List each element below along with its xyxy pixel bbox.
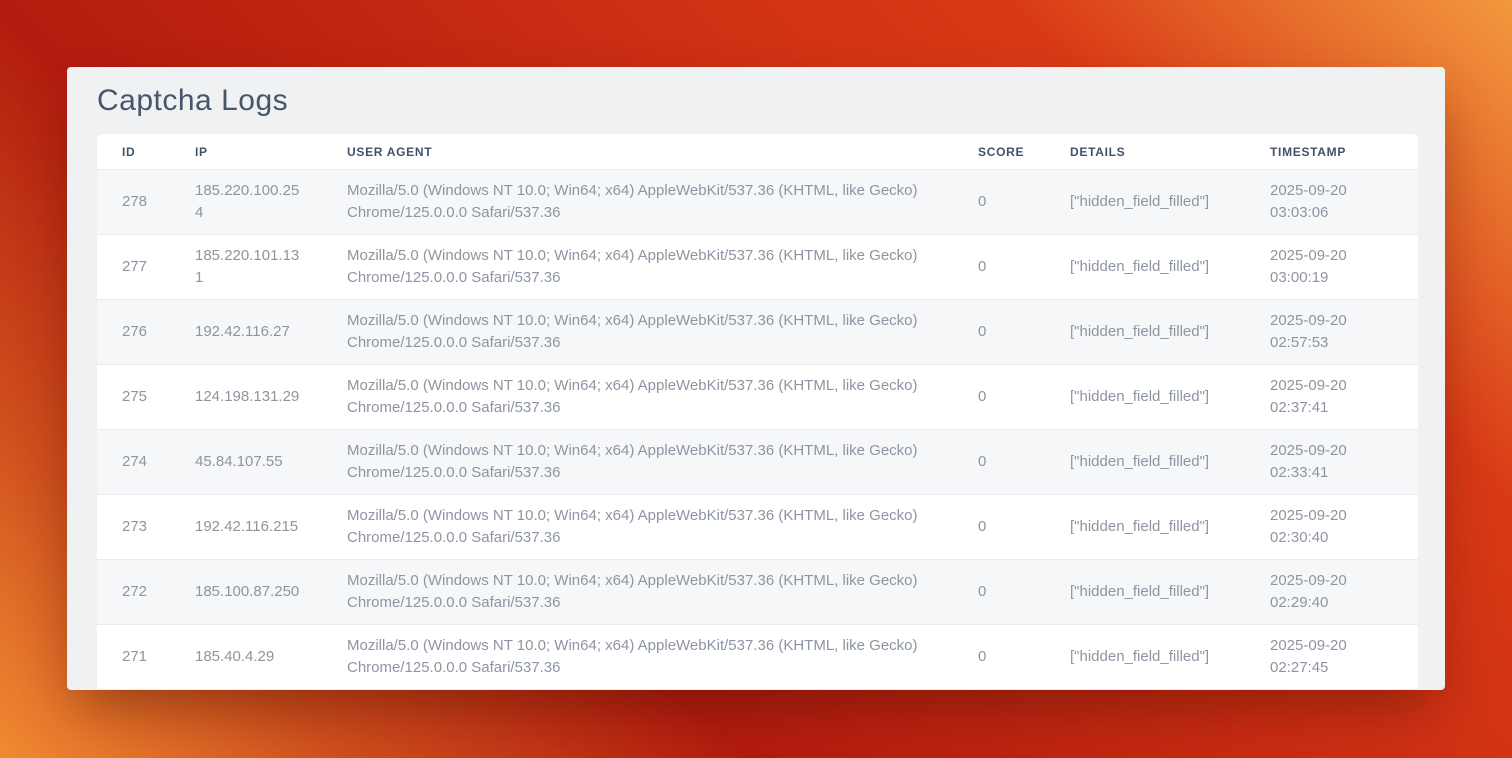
cell-user-agent: Mozilla/5.0 (Windows NT 10.0; Win64; x64… [322,300,953,365]
table-row: 278 185.220.100.254 Mozilla/5.0 (Windows… [97,170,1418,235]
cell-id: 275 [97,365,170,430]
cell-score: 0 [953,365,1045,430]
cell-details: ["hidden_field_filled"] [1045,430,1245,495]
cell-ip: 192.42.116.215 [170,495,322,560]
cell-user-agent: Mozilla/5.0 (Windows NT 10.0; Win64; x64… [322,495,953,560]
cell-timestamp: 2025-09-20 02:37:41 [1245,365,1418,430]
cell-id: 271 [97,625,170,690]
cell-timestamp: 2025-09-20 02:27:45 [1245,625,1418,690]
cell-timestamp: 2025-09-20 02:29:40 [1245,560,1418,625]
cell-details: ["hidden_field_filled"] [1045,495,1245,560]
cell-id: 278 [97,170,170,235]
cell-user-agent: Mozilla/5.0 (Windows NT 10.0; Win64; x64… [322,365,953,430]
cell-user-agent: Mozilla/5.0 (Windows NT 10.0; Win64; x64… [322,235,953,300]
cell-ip: 185.100.87.250 [170,560,322,625]
cell-timestamp: 2025-09-20 03:00:19 [1245,235,1418,300]
cell-score: 0 [953,495,1045,560]
cell-user-agent: Mozilla/5.0 (Windows NT 10.0; Win64; x64… [322,560,953,625]
page-title: Captcha Logs [67,67,1445,134]
page-background: { "page": { "title": "Captcha Logs" }, "… [0,0,1512,758]
cell-details: ["hidden_field_filled"] [1045,170,1245,235]
logs-table-container: ID IP USER AGENT SCORE DETAILS TIMESTAMP… [97,134,1418,690]
cell-details: ["hidden_field_filled"] [1045,235,1245,300]
column-header-id: ID [97,134,170,170]
cell-ip: 185.220.101.131 [170,235,322,300]
column-header-ip: IP [170,134,322,170]
table-row: 271 185.40.4.29 Mozilla/5.0 (Windows NT … [97,625,1418,690]
cell-timestamp: 2025-09-20 03:03:06 [1245,170,1418,235]
cell-timestamp: 2025-09-20 02:57:53 [1245,300,1418,365]
cell-ip: 192.42.116.27 [170,300,322,365]
cell-score: 0 [953,625,1045,690]
cell-user-agent: Mozilla/5.0 (Windows NT 10.0; Win64; x64… [322,625,953,690]
cell-id: 274 [97,430,170,495]
cell-timestamp: 2025-09-20 02:30:40 [1245,495,1418,560]
column-header-timestamp: TIMESTAMP [1245,134,1418,170]
column-header-user-agent: USER AGENT [322,134,953,170]
cell-details: ["hidden_field_filled"] [1045,560,1245,625]
cell-ip: 185.40.4.29 [170,625,322,690]
cell-details: ["hidden_field_filled"] [1045,625,1245,690]
cell-score: 0 [953,170,1045,235]
column-header-score: SCORE [953,134,1045,170]
cell-id: 276 [97,300,170,365]
table-row: 276 192.42.116.27 Mozilla/5.0 (Windows N… [97,300,1418,365]
table-row: 272 185.100.87.250 Mozilla/5.0 (Windows … [97,560,1418,625]
cell-details: ["hidden_field_filled"] [1045,365,1245,430]
cell-score: 0 [953,560,1045,625]
cell-id: 277 [97,235,170,300]
table-body: 278 185.220.100.254 Mozilla/5.0 (Windows… [97,170,1418,690]
cell-score: 0 [953,430,1045,495]
cell-details: ["hidden_field_filled"] [1045,300,1245,365]
cell-ip: 45.84.107.55 [170,430,322,495]
cell-user-agent: Mozilla/5.0 (Windows NT 10.0; Win64; x64… [322,430,953,495]
cell-id: 273 [97,495,170,560]
cell-id: 272 [97,560,170,625]
cell-ip: 185.220.100.254 [170,170,322,235]
cell-score: 0 [953,235,1045,300]
table-row: 277 185.220.101.131 Mozilla/5.0 (Windows… [97,235,1418,300]
cell-user-agent: Mozilla/5.0 (Windows NT 10.0; Win64; x64… [322,170,953,235]
captcha-logs-card: Captcha Logs ID IP USER AGENT SCORE DETA… [67,67,1445,690]
column-header-details: DETAILS [1045,134,1245,170]
cell-score: 0 [953,300,1045,365]
table-row: 273 192.42.116.215 Mozilla/5.0 (Windows … [97,495,1418,560]
table-row: 275 124.198.131.29 Mozilla/5.0 (Windows … [97,365,1418,430]
cell-timestamp: 2025-09-20 02:33:41 [1245,430,1418,495]
table-row: 274 45.84.107.55 Mozilla/5.0 (Windows NT… [97,430,1418,495]
table-header: ID IP USER AGENT SCORE DETAILS TIMESTAMP [97,134,1418,170]
cell-ip: 124.198.131.29 [170,365,322,430]
logs-table: ID IP USER AGENT SCORE DETAILS TIMESTAMP… [97,134,1418,690]
